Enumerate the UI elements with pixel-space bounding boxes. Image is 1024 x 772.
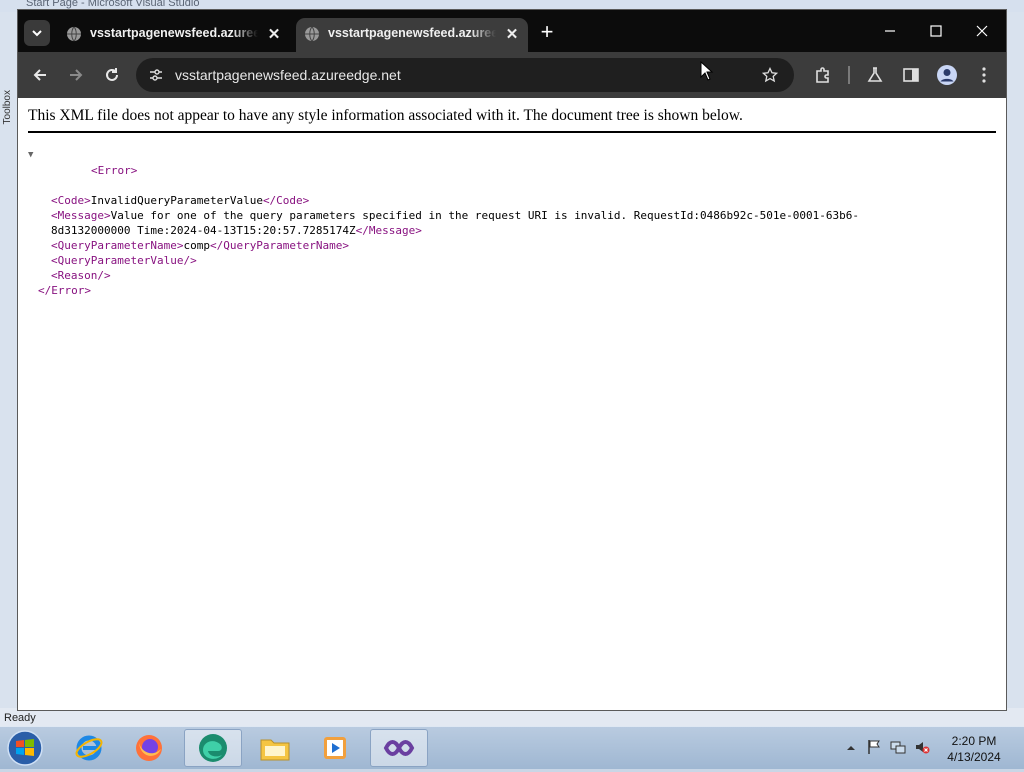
xml-root-close-line: </Error>	[28, 283, 859, 298]
maximize-button[interactable]	[914, 18, 958, 44]
xml-tag: <Message>	[51, 209, 111, 222]
more-vertical-icon	[982, 67, 986, 83]
xml-root-open-line: ▼ <Error>	[28, 148, 859, 193]
maximize-icon	[930, 25, 942, 37]
puzzle-icon	[816, 67, 829, 83]
tune-icon	[150, 69, 162, 81]
action-center-flag-icon[interactable]	[866, 739, 882, 755]
vs-window-title: Start Page - Microsoft Visual Studio	[26, 0, 200, 9]
vs-status-bar: Ready	[0, 708, 1024, 726]
xml-tag: <Code>	[51, 194, 91, 207]
mouse-cursor-icon	[700, 61, 714, 81]
xml-tag: <QueryParameterName>	[51, 239, 184, 252]
xml-tag: </QueryParameterName>	[209, 239, 350, 252]
xml-style-notice: This XML file does not appear to have an…	[28, 107, 996, 133]
star-icon	[762, 67, 778, 83]
xml-message-line-2: 8d3132000000 Time:2024-04-13T15:20:57.72…	[28, 223, 859, 238]
network-icon[interactable]	[890, 739, 906, 755]
site-info-button[interactable]	[146, 65, 166, 85]
internet-explorer-icon	[75, 735, 103, 761]
browser-toolbar: vsstartpagenewsfeed.azureedge.net	[18, 52, 1006, 98]
xml-code-line: <Code>InvalidQueryParameterValue</Code>	[28, 193, 859, 208]
start-button[interactable]	[4, 729, 46, 767]
tab-1[interactable]: vsstartpagenewsfeed.azureedge.net ✕	[58, 18, 290, 52]
minimize-button[interactable]	[868, 18, 912, 44]
browser-window: vsstartpagenewsfeed.azureedge.net ✕ vsst…	[18, 10, 1006, 710]
tab-2-active[interactable]: vsstartpagenewsfeed.azureedge.net ✕	[296, 18, 528, 52]
bookmark-button[interactable]	[760, 65, 780, 85]
vs-status-text: Ready	[4, 712, 36, 724]
taskbar-visual-studio[interactable]	[370, 729, 428, 767]
volume-muted-icon[interactable]	[914, 739, 930, 755]
avatar-icon	[937, 65, 957, 85]
show-hidden-icons-icon[interactable]	[844, 741, 858, 755]
extensions-button[interactable]	[812, 64, 834, 86]
xml-message-value-cont: 8d3132000000 Time:2024-04-13T15:20:57.72…	[51, 224, 356, 237]
toolbar-divider	[848, 66, 850, 84]
media-player-icon	[324, 737, 346, 759]
xml-qpv-line: <QueryParameterValue/>	[28, 253, 859, 268]
labs-button[interactable]	[864, 64, 886, 86]
vs-right-panel	[1006, 12, 1024, 708]
page-content: This XML file does not appear to have an…	[18, 98, 1006, 710]
windows-logo-icon	[7, 730, 43, 766]
taskbar-media-player[interactable]	[306, 729, 364, 767]
flask-icon	[867, 67, 883, 82]
xml-message-value: Value for one of the query parameters sp…	[110, 209, 859, 222]
chevron-down-icon	[32, 30, 42, 37]
profile-button[interactable]	[936, 64, 958, 86]
side-panel-icon	[903, 68, 919, 82]
side-panel-button[interactable]	[900, 64, 922, 86]
new-tab-button[interactable]: +	[536, 21, 558, 44]
xml-root-open-tag: <Error>	[90, 164, 138, 177]
tab-strip: vsstartpagenewsfeed.azureedge.net ✕ vsst…	[18, 10, 1006, 52]
taskbar-internet-explorer[interactable]	[60, 729, 118, 767]
xml-tag: <Reason/>	[51, 269, 111, 282]
visual-studio-icon	[383, 740, 415, 756]
globe-icon	[305, 26, 319, 42]
folder-icon	[260, 739, 290, 761]
close-icon	[976, 25, 988, 37]
xml-reason-line: <Reason/>	[28, 268, 859, 283]
close-tab-icon[interactable]: ✕	[502, 24, 522, 44]
xml-qpn-value: comp	[183, 239, 210, 252]
reload-button[interactable]	[99, 62, 125, 88]
close-tab-icon[interactable]: ✕	[264, 24, 284, 44]
arrow-left-icon	[33, 69, 46, 81]
clock-time: 2:20 PM	[951, 734, 997, 748]
collapse-triangle-icon[interactable]: ▼	[28, 148, 33, 163]
xml-root-close-tag: </Error>	[38, 284, 91, 297]
xml-tag: </Code>	[262, 194, 310, 207]
globe-icon	[67, 26, 81, 42]
clock[interactable]: 2:20 PM 4/13/2024	[938, 733, 1010, 765]
close-window-button[interactable]	[960, 18, 1004, 44]
vs-left-panel: Toolbox	[0, 12, 19, 708]
tab-search-button[interactable]	[24, 20, 50, 46]
tab-title: vsstartpagenewsfeed.azureedge.net	[328, 26, 496, 40]
toolbox-tab[interactable]: Toolbox	[2, 90, 13, 124]
minimize-icon	[885, 30, 895, 32]
xml-message-line: <Message>Value for one of the query para…	[28, 208, 859, 223]
firefox-icon	[136, 735, 162, 761]
url-text[interactable]: vsstartpagenewsfeed.azureedge.net	[175, 67, 401, 83]
back-button[interactable]	[27, 62, 53, 88]
taskbar-edge[interactable]	[184, 729, 242, 767]
xml-qpn-line: <QueryParameterName>comp</QueryParameter…	[28, 238, 859, 253]
xml-tag: <QueryParameterValue/>	[51, 254, 197, 267]
arrow-right-icon	[70, 69, 83, 81]
xml-tree: ▼ <Error> <Code>InvalidQueryParameterValu…	[28, 148, 859, 298]
menu-button[interactable]	[973, 64, 995, 86]
address-bar[interactable]: vsstartpagenewsfeed.azureedge.net	[136, 58, 794, 92]
reload-icon	[106, 68, 118, 81]
clock-date: 4/13/2024	[947, 750, 1001, 764]
xml-code-value: InvalidQueryParameterValue	[90, 194, 263, 207]
edge-icon	[199, 734, 227, 762]
taskbar-firefox[interactable]	[120, 729, 178, 767]
tab-title: vsstartpagenewsfeed.azureedge.net	[90, 26, 258, 40]
xml-tag: </Message>	[355, 224, 422, 237]
forward-button[interactable]	[63, 62, 89, 88]
taskbar: 2:20 PM 4/13/2024	[0, 726, 1024, 769]
taskbar-file-explorer[interactable]	[246, 729, 304, 767]
